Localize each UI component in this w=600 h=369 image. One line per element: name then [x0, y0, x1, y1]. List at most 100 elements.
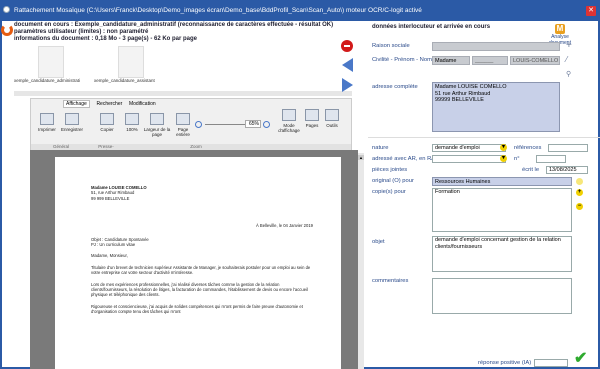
- page-fit-icon: [176, 113, 190, 125]
- objet-field[interactable]: demande d'emploi concernant gestion de l…: [432, 236, 572, 272]
- copy-button[interactable]: Copier: [97, 113, 117, 132]
- panel-header: données interlocuteur et arrivée en cour…: [372, 24, 491, 30]
- original-label: original (O) pour: [372, 178, 414, 184]
- pages-button[interactable]: Pages: [303, 109, 321, 128]
- numero-field[interactable]: [536, 155, 566, 163]
- zoom-out-icon[interactable]: [195, 121, 202, 128]
- tools-label: Outils: [326, 123, 338, 128]
- references-field[interactable]: [548, 144, 588, 152]
- viewer-scrollbar[interactable]: ▲: [358, 153, 364, 369]
- copies-field[interactable]: Formation: [432, 188, 572, 232]
- commentaires-field[interactable]: [432, 278, 572, 314]
- copies-remove-icon[interactable]: −: [576, 203, 583, 210]
- ribbon-tabs: Affichage Rechercher Modification: [63, 100, 161, 108]
- prenom-field[interactable]: ______: [472, 56, 508, 65]
- reponse-field[interactable]: [534, 359, 568, 367]
- adresse-ar-label: adressé avec AR, en RA: [372, 156, 436, 162]
- commentaires-label: commentaires: [372, 278, 409, 284]
- original-add-icon[interactable]: [576, 178, 583, 185]
- adresse-field[interactable]: Madame LOUISE COMELLO 51 rue Arthur Rimb…: [432, 82, 560, 132]
- thumbnail-image[interactable]: [38, 46, 64, 78]
- separator: [368, 137, 600, 138]
- objet-label: objet: [372, 239, 385, 245]
- edit-icon[interactable]: ⁄: [566, 55, 567, 64]
- thumbnail-scrollbar[interactable]: [14, 91, 352, 96]
- references-label: références: [514, 145, 542, 151]
- copy-label: Copier: [100, 127, 114, 132]
- thumbnail-image[interactable]: [118, 46, 144, 78]
- zoom-100-label: 100%: [126, 127, 138, 132]
- copy-icon: [100, 113, 114, 125]
- letter-paragraph: Titulaire d'un brevet de technicien supé…: [91, 264, 311, 276]
- minus-glyph: [344, 45, 350, 47]
- next-arrow-icon[interactable]: [342, 78, 353, 92]
- thumbnail-item[interactable]: xemple_candidature_administrati: [14, 46, 84, 83]
- stop-icon[interactable]: [341, 40, 353, 52]
- letter-salutation: Madame, Monsieur,: [91, 253, 128, 259]
- zoom-in-icon[interactable]: [263, 121, 270, 128]
- civilite-field[interactable]: Madame: [432, 56, 470, 65]
- letter-paragraph: Lors de mes expériences professionnelles…: [91, 281, 308, 298]
- pages-label: Pages: [305, 123, 319, 128]
- ecrit-label: écrit le: [522, 167, 540, 173]
- nature-label: nature: [372, 145, 389, 151]
- tools-button[interactable]: Outils: [323, 109, 341, 128]
- document-page: Madame LOUISE COMELLO 51, rue Arthur Rim…: [55, 157, 341, 369]
- original-field[interactable]: Ressources Humaines: [432, 177, 572, 186]
- logo-icon: [1, 24, 13, 36]
- nature-dropdown-icon[interactable]: ▾: [500, 144, 507, 151]
- doc-info-line: informations du document : 0,18 Mo - 3 p…: [14, 36, 198, 42]
- zoom-100-button[interactable]: 100%: [123, 113, 141, 132]
- save-label: Enregistrer: [60, 127, 83, 132]
- thumbnail-item[interactable]: xemple_candidature_assistant: [94, 46, 164, 83]
- zoom-value[interactable]: 65%: [245, 120, 261, 128]
- display-mode-icon: [282, 109, 296, 121]
- nature-field[interactable]: demande d'emploi: [432, 144, 506, 152]
- adresse-label: adresse complète: [372, 84, 418, 90]
- app-icon: [3, 6, 10, 13]
- tab-rechercher[interactable]: Rechercher: [96, 101, 122, 107]
- printer-icon: [40, 113, 54, 125]
- doc-info-line: paramètres utilisateur (limites) : non p…: [14, 29, 149, 35]
- letter-paragraph: Rigoureuse et consciencieuse, j'ai acqui…: [91, 303, 303, 315]
- sender-city: 99 999 BELLEVILLE: [91, 195, 130, 201]
- copies-label: copie(s) pour: [372, 189, 406, 195]
- nom-field[interactable]: LOUIS-COMELLO: [510, 56, 560, 65]
- ar-dropdown-icon[interactable]: ▾: [500, 155, 507, 162]
- display-mode-label: Mode d'affichage: [278, 123, 300, 133]
- add-icon[interactable]: +: [566, 40, 572, 51]
- previous-arrow-icon[interactable]: [342, 58, 353, 72]
- zoom-slider[interactable]: [205, 124, 245, 125]
- letter-pj: PJ : Un curriculum vitae: [91, 242, 136, 248]
- thumbnail-caption: xemple_candidature_administrati: [14, 78, 81, 83]
- ecrit-field[interactable]: 13/08/2025: [546, 166, 588, 174]
- window-title: Rattachement Mosaïque (C:\Users\Franck\D…: [14, 7, 422, 14]
- thumbnail-caption: xemple_candidature_assistant: [94, 78, 155, 83]
- thumbnail-strip: xemple_candidature_administrati xemple_c…: [14, 46, 352, 92]
- raison-sociale-field[interactable]: [432, 42, 560, 51]
- letter-date: À Belleville, le 04 Janvier 2019: [255, 223, 313, 229]
- search-icon[interactable]: ⚲: [566, 70, 571, 78]
- validate-check-icon[interactable]: ✔: [574, 348, 587, 368]
- tab-affichage[interactable]: Affichage: [63, 100, 90, 108]
- doc-info-line: document en cours : Exemple_candidature_…: [14, 22, 334, 28]
- right-panel: données interlocuteur et arrivée en cour…: [368, 22, 600, 369]
- print-button[interactable]: Imprimer: [36, 113, 58, 132]
- save-button[interactable]: Enregistrer: [59, 113, 85, 132]
- raison-sociale-label: Raison sociale: [372, 43, 410, 49]
- page-width-icon: [150, 113, 164, 125]
- page-icon: [125, 113, 139, 125]
- fit-width-button[interactable]: Largeur de la page: [143, 113, 171, 137]
- hand-tool-icon: [325, 109, 339, 121]
- adresse-line: 99999 BELLEVILLE: [435, 97, 484, 103]
- fit-width-label: Largeur de la page: [143, 127, 171, 137]
- fit-page-button[interactable]: Page entière: [173, 113, 193, 137]
- display-mode-button[interactable]: Mode d'affichage: [278, 109, 300, 133]
- fit-page-label: Page entière: [176, 127, 190, 137]
- tab-modification[interactable]: Modification: [129, 101, 156, 107]
- ar-field[interactable]: [432, 155, 506, 163]
- copies-add-icon[interactable]: +: [576, 189, 583, 196]
- scroll-up-icon[interactable]: ▲: [358, 155, 364, 160]
- close-button[interactable]: ✕: [586, 6, 596, 16]
- pieces-label: pièces jointes: [372, 167, 408, 173]
